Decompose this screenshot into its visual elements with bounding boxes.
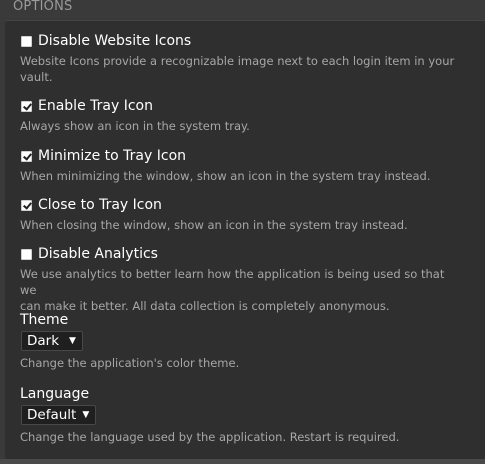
disable-analytics-label[interactable]: Disable Analytics xyxy=(38,245,158,263)
theme-description: Change the application's color theme. xyxy=(20,356,240,370)
disable-website-icons-description-line2: vault. xyxy=(20,70,53,84)
option-close-to-tray-icon: Close to Tray Icon When closing the wind… xyxy=(5,195,475,233)
theme-field: Theme Dark ▼ Change the application's co… xyxy=(5,311,475,371)
chevron-down-icon: ▼ xyxy=(82,410,90,420)
disable-analytics-row[interactable]: Disable Analytics xyxy=(21,244,475,264)
option-minimize-to-tray-icon: Minimize to Tray Icon When minimizing th… xyxy=(5,146,475,184)
enable-tray-icon-label[interactable]: Enable Tray Icon xyxy=(38,97,153,115)
minimize-to-tray-icon-row[interactable]: Minimize to Tray Icon xyxy=(21,146,475,166)
chevron-down-icon: ▼ xyxy=(69,336,76,346)
language-label: Language xyxy=(20,386,90,402)
close-to-tray-icon-row[interactable]: Close to Tray Icon xyxy=(21,195,475,215)
option-disable-website-icons: Disable Website Icons Website Icons prov… xyxy=(5,31,475,85)
theme-label: Theme xyxy=(20,312,69,328)
minimize-to-tray-icon-label[interactable]: Minimize to Tray Icon xyxy=(38,147,186,165)
option-disable-analytics: Disable Analytics We use analytics to be… xyxy=(5,244,475,314)
enable-tray-icon-description: Always show an icon in the system tray. xyxy=(20,118,460,134)
minimize-to-tray-icon-checkbox[interactable] xyxy=(21,150,32,162)
theme-select[interactable]: Dark ▼ xyxy=(21,331,83,351)
language-description: Change the language used by the applicat… xyxy=(20,430,400,444)
disable-website-icons-description: Website Icons provide a recognizable ima… xyxy=(20,53,460,85)
language-selected-value: Default xyxy=(27,407,77,423)
disable-website-icons-label[interactable]: Disable Website Icons xyxy=(38,32,191,50)
disable-analytics-checkbox[interactable] xyxy=(21,248,32,260)
language-select[interactable]: Default ▼ xyxy=(21,405,97,425)
enable-tray-icon-row[interactable]: Enable Tray Icon xyxy=(21,96,475,116)
disable-website-icons-description-line1: Website Icons provide a recognizable ima… xyxy=(20,54,455,68)
enable-tray-icon-checkbox[interactable] xyxy=(21,100,32,112)
close-to-tray-icon-description: When closing the window, show an icon in… xyxy=(20,217,460,233)
disable-website-icons-checkbox[interactable] xyxy=(21,35,32,47)
close-to-tray-icon-description-line1: When closing the window, show an icon in… xyxy=(20,218,408,232)
minimize-to-tray-icon-description: When minimizing the window, show an icon… xyxy=(20,168,460,184)
bottom-border xyxy=(0,459,485,464)
enable-tray-icon-description-line1: Always show an icon in the system tray. xyxy=(20,119,250,133)
disable-analytics-description: We use analytics to better learn how the… xyxy=(20,266,460,314)
disable-website-icons-row[interactable]: Disable Website Icons xyxy=(21,31,475,51)
option-enable-tray-icon: Enable Tray Icon Always show an icon in … xyxy=(5,96,475,134)
theme-selected-value: Dark xyxy=(27,333,60,349)
options-section-title: OPTIONS xyxy=(13,0,73,14)
options-panel: Disable Website Icons Website Icons prov… xyxy=(5,20,485,460)
disable-analytics-description-line1: We use analytics to better learn how the… xyxy=(20,267,445,297)
close-to-tray-icon-checkbox[interactable] xyxy=(21,199,32,211)
language-field: Language Default ▼ Change the language u… xyxy=(5,385,475,445)
minimize-to-tray-icon-description-line1: When minimizing the window, show an icon… xyxy=(20,169,431,183)
close-to-tray-icon-label[interactable]: Close to Tray Icon xyxy=(38,196,162,214)
